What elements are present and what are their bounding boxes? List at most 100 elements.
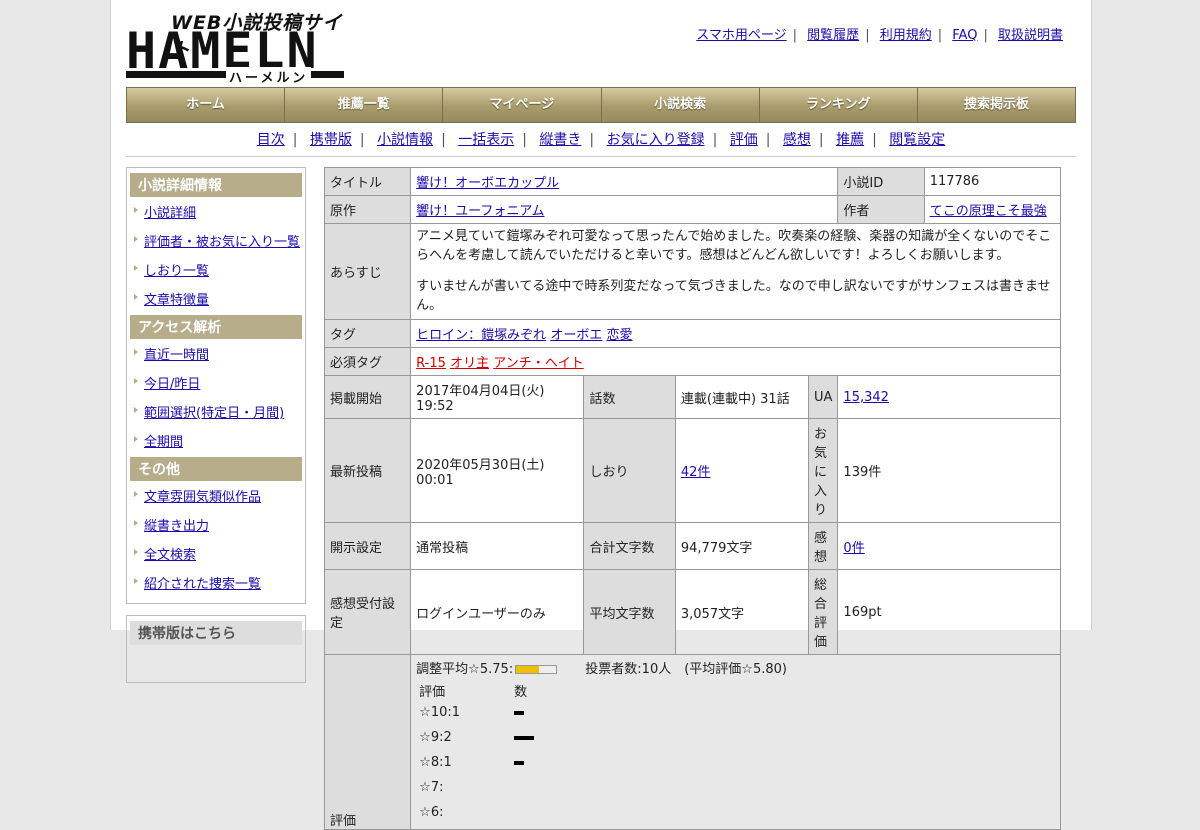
label-favorites: お気に入り — [807, 418, 839, 524]
sidebar-item-similar[interactable]: 文章雰囲気類似作品 — [144, 490, 261, 505]
sidebar-item-range[interactable]: 範囲選択(特定日・月間) — [144, 406, 284, 421]
site-logo[interactable]: WEB小説投稿サイト HAMELN ハーメルン — [126, 8, 348, 86]
page: WEB小説投稿サイト HAMELN ハーメルン スマホ用ページ | 閲覧履歴 | 利… — [110, 0, 1092, 830]
bookmarks-link[interactable]: 42件 — [681, 465, 711, 480]
dist-bar — [514, 710, 525, 715]
author-link[interactable]: てこの原理こそ最強 — [930, 204, 1047, 219]
sidebar-item-all-time[interactable]: 全期間 — [144, 435, 183, 450]
sidebar-item-features[interactable]: 文章特徴量 — [144, 293, 209, 308]
nav-home[interactable]: ホーム — [127, 88, 286, 122]
mobile-heading: 携帯版はこちら — [130, 621, 302, 645]
subnav-recommend[interactable]: 推薦 — [836, 132, 864, 148]
subnav-rate[interactable]: 評価 — [730, 132, 758, 148]
original-work-link[interactable]: 響け！ユーフォニアム — [416, 204, 544, 219]
mobile-box: 携帯版はこちら — [126, 615, 306, 683]
label-published: 掲載開始 — [323, 375, 412, 420]
dist-label: ☆7: — [419, 780, 444, 796]
ua-link[interactable]: 15,342 — [843, 390, 889, 405]
dist-bar — [514, 760, 525, 765]
synopsis-paragraph-1: アニメ見ていて鎧塚みぞれ可愛なって思ったんで始めました。吹奏楽の経験、楽器の知識… — [416, 229, 1052, 263]
dist-row: ☆7: — [419, 775, 1060, 800]
total-eval: 169pt — [837, 569, 1061, 656]
total-chars: 94,779文字 — [674, 522, 810, 571]
subnav-toc[interactable]: 目次 — [257, 132, 285, 148]
required-tag-link[interactable]: オリ主 — [450, 356, 489, 371]
subnav-settings[interactable]: 閲覧設定 — [889, 132, 945, 148]
tag-link[interactable]: オーボエ — [550, 328, 602, 343]
tag-link[interactable]: 恋愛 — [606, 328, 632, 343]
label-ua: UA — [807, 375, 839, 420]
latest-date: 2020年05月30日(土) 00:01 — [410, 418, 585, 524]
novel-title-link[interactable]: 響け！オーボエカップル — [416, 176, 559, 191]
label-tags: タグ — [323, 319, 412, 349]
sidebar-item-fulltext[interactable]: 全文検索 — [144, 548, 196, 563]
episodes: 連載(連載中) 31話 — [674, 375, 810, 420]
link-terms[interactable]: 利用規約 — [880, 28, 932, 43]
link-faq[interactable]: FAQ — [952, 28, 977, 43]
review-setting: ログインユーザーのみ — [410, 569, 585, 656]
dist-header-rating: 評価 — [419, 684, 446, 700]
sidebar-item-today[interactable]: 今日/昨日 — [144, 377, 200, 392]
favorites-count: 139件 — [837, 418, 1061, 524]
subnav-all[interactable]: 一括表示 — [458, 132, 514, 148]
sidebar-item-details[interactable]: 小説詳細 — [144, 206, 196, 221]
main-nav: ホーム 推薦一覧 マイページ 小説検索 ランキング 捜索掲示板 — [126, 87, 1076, 123]
label-bookmarks: しおり — [583, 418, 676, 524]
dist-label: ☆8:1 — [419, 755, 452, 771]
label-latest: 最新投稿 — [323, 418, 412, 524]
label-title: タイトル — [323, 167, 412, 196]
dist-row: ☆9:2 — [419, 725, 1060, 750]
nav-recommend[interactable]: 推薦一覧 — [285, 88, 444, 122]
sidebar-box: 小説詳細情報 小説詳細 評価者・被お気に入り一覧 しおり一覧 文章特徴量 アクセ… — [126, 167, 306, 604]
label-original: 原作 — [323, 195, 412, 224]
sidebar-item-last-hour[interactable]: 直近一時間 — [144, 348, 209, 363]
nav-mypage[interactable]: マイページ — [443, 88, 602, 122]
adjusted-average: 調整平均☆5.75: — [416, 662, 514, 678]
label-visibility: 開示設定 — [323, 522, 412, 571]
dist-row: ☆8:1 — [419, 750, 1060, 775]
link-manual[interactable]: 取扱説明書 — [998, 28, 1063, 43]
dist-row: ☆10:1 — [419, 700, 1060, 725]
subnav-vertical[interactable]: 縦書き — [539, 132, 581, 148]
visibility: 通常投稿 — [410, 522, 585, 571]
label-synopsis: あらすじ — [323, 222, 412, 321]
dist-row: ☆6: — [419, 800, 1060, 825]
link-smartphone[interactable]: スマホ用ページ — [696, 28, 786, 43]
required-tag-link[interactable]: アンチ・ヘイト — [493, 356, 583, 371]
sidebar-heading-other: その他 — [130, 457, 302, 481]
label-reviews: 感想 — [807, 522, 839, 571]
subnav-review[interactable]: 感想 — [783, 132, 811, 148]
nav-search[interactable]: 小説検索 — [601, 88, 760, 122]
subnav-favorite[interactable]: お気に入り登録 — [607, 132, 705, 148]
label-total-eval: 総合評価 — [807, 569, 839, 656]
label-rating: 評価 — [323, 654, 412, 830]
sidebar-item-introduced[interactable]: 紹介された捜索一覧 — [144, 577, 261, 592]
link-history[interactable]: 閲覧履歴 — [807, 28, 859, 43]
sidebar-item-vertical-output[interactable]: 縦書き出力 — [144, 519, 209, 534]
label-episodes: 話数 — [583, 375, 676, 420]
avg-chars: 3,057文字 — [674, 569, 810, 656]
sidebar-item-bookmarks[interactable]: しおり一覧 — [144, 264, 209, 279]
sidebar-item-raters[interactable]: 評価者・被お気に入り一覧 — [144, 235, 300, 250]
sub-nav: 目次 | 携帯版 | 小説情報 | 一括表示 | 縦書き | お気に入り登録 | 評価 | 感… — [256, 132, 946, 148]
dist-label: ☆6: — [419, 805, 444, 821]
published-date: 2017年04月04日(火) 19:52 — [410, 375, 585, 420]
sidebar-heading-access: アクセス解析 — [130, 315, 302, 339]
novel-id: 117786 — [923, 167, 1062, 196]
required-tag-link[interactable]: R-15 — [416, 356, 446, 371]
label-total-chars: 合計文字数 — [583, 522, 676, 571]
label-review-setting: 感想受付設定 — [323, 569, 412, 656]
divider — [126, 156, 1076, 157]
dist-label: ☆9:2 — [419, 730, 452, 746]
tag-link[interactable]: ヒロイン：鎧塚みぞれ — [416, 328, 546, 343]
subnav-info[interactable]: 小説情報 — [377, 132, 433, 148]
nav-ranking[interactable]: ランキング — [759, 88, 918, 122]
logo-kana: ハーメルン — [226, 67, 312, 86]
reviews-link[interactable]: 0件 — [843, 541, 864, 556]
label-author: 作者 — [837, 195, 925, 224]
rating-meter — [515, 665, 558, 675]
novel-info-table: タイトル 響け！オーボエカップル 小説ID 117786 原作 響け！ユーフォニ… — [323, 167, 1062, 830]
subnav-mobile[interactable]: 携帯版 — [310, 132, 352, 148]
nav-board[interactable]: 捜索掲示板 — [917, 88, 1076, 122]
top-links: スマホ用ページ | 閲覧履歴 | 利用規約 | FAQ | 取扱説明書 — [696, 28, 1063, 43]
